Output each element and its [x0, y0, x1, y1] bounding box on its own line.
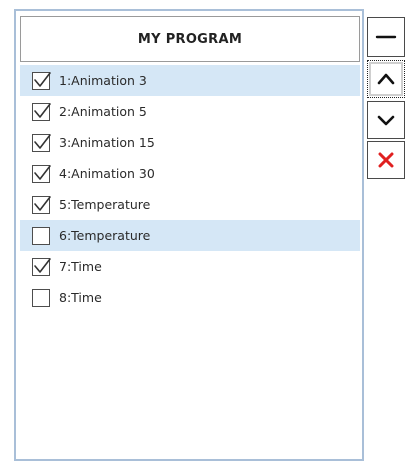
list-item[interactable]: 8:Time — [20, 282, 360, 313]
checkmark-icon — [34, 164, 51, 180]
checkmark-icon — [34, 102, 51, 118]
list-item[interactable]: 6:Temperature — [20, 220, 360, 251]
checkmark-icon — [34, 195, 51, 211]
program-list: 1:Animation 3 2:Animation 5 3:Animation 15… — [20, 65, 360, 313]
minus-icon — [375, 35, 397, 39]
list-item-label: 7:Time — [59, 259, 102, 274]
list-item-label: 4:Animation 30 — [59, 166, 155, 181]
checked-checkbox[interactable] — [32, 102, 51, 121]
checked-checkbox[interactable] — [32, 133, 51, 152]
checked-checkbox[interactable] — [32, 71, 51, 90]
list-item[interactable]: 4:Animation 30 — [20, 158, 360, 189]
list-item-label: 1:Animation 3 — [59, 73, 147, 88]
list-item[interactable]: 3:Animation 15 — [20, 127, 360, 158]
move-down-button[interactable] — [367, 101, 405, 139]
list-item-label: 8:Time — [59, 290, 102, 305]
delete-button[interactable] — [367, 141, 405, 179]
chevron-up-icon — [377, 73, 395, 85]
checkmark-icon — [34, 257, 51, 273]
checked-checkbox[interactable] — [32, 164, 51, 183]
list-item-label: 5:Temperature — [59, 197, 151, 212]
checked-checkbox[interactable] — [32, 257, 51, 276]
list-item[interactable]: 1:Animation 3 — [20, 65, 360, 96]
checkmark-icon — [34, 71, 51, 87]
panel-header: MY PROGRAM — [20, 16, 360, 62]
list-item-label: 6:Temperature — [59, 228, 151, 243]
list-item[interactable]: 5:Temperature — [20, 189, 360, 220]
chevron-down-icon — [377, 115, 395, 126]
unchecked-checkbox[interactable] — [32, 288, 50, 307]
move-up-button[interactable] — [367, 60, 405, 98]
list-item-label: 3:Animation 15 — [59, 135, 155, 150]
list-item[interactable]: 7:Time — [20, 251, 360, 282]
program-panel: MY PROGRAM 1:Animation 3 2:Animation 5 3:A… — [14, 9, 364, 461]
remove-button[interactable] — [367, 17, 405, 57]
list-item-label: 2:Animation 5 — [59, 104, 147, 119]
panel-title: MY PROGRAM — [137, 31, 243, 47]
checkmark-icon — [34, 133, 51, 149]
list-item[interactable]: 2:Animation 5 — [20, 96, 360, 127]
close-icon — [378, 152, 394, 168]
unchecked-checkbox[interactable] — [32, 226, 50, 245]
checked-checkbox[interactable] — [32, 195, 51, 214]
